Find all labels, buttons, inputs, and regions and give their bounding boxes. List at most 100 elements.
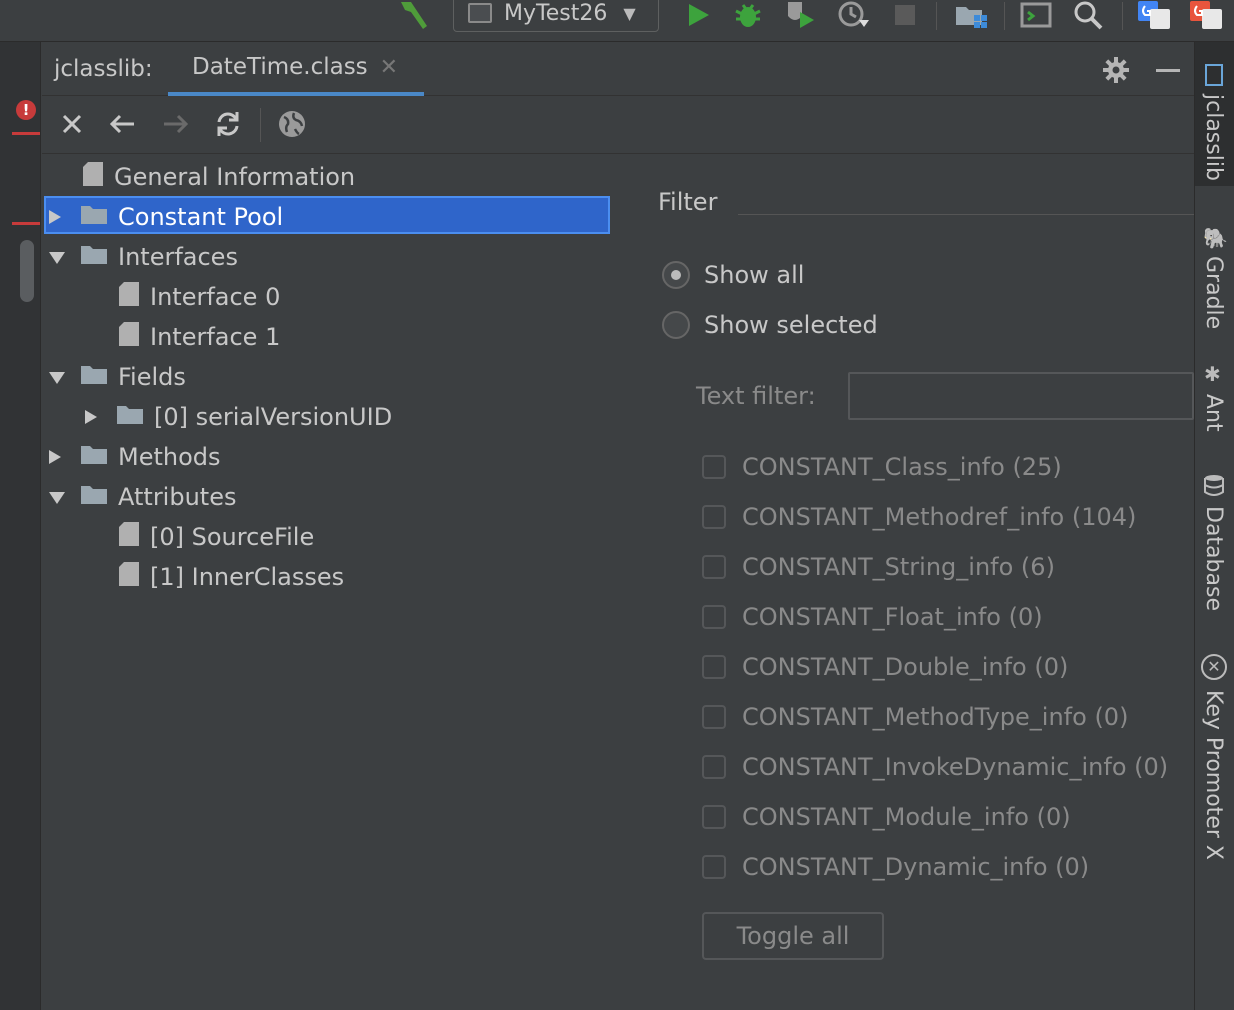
tree-node-general-information[interactable]: General Information [82, 157, 355, 197]
radio-button[interactable] [662, 311, 690, 339]
text-filter-label: Text filter: [696, 382, 816, 410]
close-icon[interactable]: ✕ [380, 55, 398, 80]
tool-database[interactable]: Database [1201, 506, 1226, 611]
toggle-all-button[interactable]: Toggle all [702, 912, 884, 960]
expand-arrow-icon[interactable] [48, 203, 70, 231]
expand-arrow-icon[interactable] [48, 443, 70, 471]
right-tool-window-strip: jclasslib 🐘 Gradle ✱ Ant Database ✕ Key … [1194, 42, 1234, 1010]
tree-node-attributes[interactable]: Attributes [48, 477, 236, 517]
checkbox[interactable] [702, 705, 726, 729]
debug-bug-icon[interactable] [730, 0, 766, 30]
checkbox-constant-class-info[interactable]: CONSTANT_Class_info (25) [702, 447, 1062, 487]
gear-icon[interactable] [1100, 54, 1132, 86]
tree-node-interface-1[interactable]: Interface 1 [118, 317, 280, 357]
tree-node-interface-0[interactable]: Interface 0 [118, 277, 280, 317]
arrow-left-icon[interactable] [104, 106, 140, 142]
globe-icon[interactable] [274, 106, 310, 142]
collapse-arrow-icon[interactable] [48, 243, 70, 271]
refresh-icon[interactable] [210, 106, 246, 142]
checkbox-constant-module-info[interactable]: CONSTANT_Module_info (0) [702, 797, 1071, 837]
checkbox[interactable] [702, 605, 726, 629]
folder-icon [80, 243, 108, 271]
profiler-icon[interactable] [834, 0, 874, 30]
tree-node-label: Interface 1 [150, 323, 281, 351]
chevron-down-icon: ▼ [623, 3, 636, 23]
run-icon[interactable] [680, 0, 716, 30]
tree-node-label: Attributes [118, 483, 237, 511]
checkbox-constant-float-info[interactable]: CONSTANT_Float_info (0) [702, 597, 1043, 637]
collapse-arrow-icon[interactable] [48, 483, 70, 511]
folder-icon [80, 363, 108, 391]
checkbox-constant-double-info[interactable]: CONSTANT_Double_info (0) [702, 647, 1068, 687]
elephant-icon: 🐘 [1203, 226, 1228, 250]
radio-label: Show all [704, 261, 805, 289]
checkbox-constant-methodref-info[interactable]: CONSTANT_Methodref_info (104) [702, 497, 1136, 537]
tool-jclasslib[interactable]: jclasslib [1201, 94, 1226, 181]
expand-arrow-icon[interactable] [84, 403, 106, 431]
toolbar-separator [1004, 2, 1005, 30]
checkbox-label: CONSTANT_Class_info (25) [742, 453, 1062, 481]
checkbox-label: CONSTANT_Module_info (0) [742, 803, 1071, 831]
tool-window-header: jclasslib: DateTime.class ✕ [42, 42, 1194, 96]
scrollbar-thumb[interactable] [20, 240, 34, 302]
checkbox-label: CONSTANT_Double_info (0) [742, 653, 1069, 681]
checkbox-constant-string-info[interactable]: CONSTANT_String_info (6) [702, 547, 1055, 587]
checkbox[interactable] [702, 655, 726, 679]
toolbar-separator [936, 2, 937, 30]
checkbox[interactable] [702, 455, 726, 479]
checkbox-constant-invokedynamic-info[interactable]: CONSTANT_InvokeDynamic_info (0) [702, 747, 1168, 787]
search-icon[interactable] [1070, 0, 1106, 30]
radio-button[interactable] [662, 261, 690, 289]
tree-node-label: [0] serialVersionUID [154, 403, 393, 431]
checkbox-constant-methodtype-info[interactable]: CONSTANT_MethodType_info (0) [702, 697, 1128, 737]
tree-node-serial-version-uid[interactable]: [0] serialVersionUID [84, 397, 392, 437]
tool-key-promoter-x[interactable]: Key Promoter X [1201, 690, 1226, 860]
collapse-arrow-icon[interactable] [48, 363, 70, 391]
tree-node-label: Constant Pool [118, 203, 284, 231]
tree-node-interfaces[interactable]: Interfaces [48, 237, 238, 277]
error-stripe [12, 222, 40, 225]
tool-gradle[interactable]: Gradle [1201, 256, 1226, 329]
terminal-icon[interactable] [1018, 0, 1054, 30]
radio-show-selected[interactable]: Show selected [662, 305, 878, 345]
tree-node-constant-pool[interactable]: Constant Pool [48, 197, 283, 237]
checkbox[interactable] [702, 505, 726, 529]
tab-datetime-class[interactable]: DateTime.class ✕ [168, 42, 424, 96]
radio-show-all[interactable]: Show all [662, 255, 804, 295]
folder-icon [116, 403, 144, 431]
google-translate-icon[interactable] [1136, 0, 1172, 30]
file-icon [118, 281, 140, 313]
tool-window-title: jclasslib: [54, 56, 153, 82]
error-indicator-icon[interactable]: ! [16, 100, 36, 120]
filter-separator [738, 214, 1194, 215]
tree-node-fields[interactable]: Fields [48, 357, 186, 397]
tree-node-methods[interactable]: Methods [48, 437, 221, 477]
checkbox-label: CONSTANT_String_info (6) [742, 553, 1055, 581]
checkbox[interactable] [702, 855, 726, 879]
tree-node-source-file[interactable]: [0] SourceFile [118, 517, 314, 557]
text-filter-input[interactable] [848, 372, 1194, 420]
checkbox-constant-dynamic-info[interactable]: CONSTANT_Dynamic_info (0) [702, 847, 1089, 887]
folder-icon [80, 203, 108, 231]
run-with-coverage-icon[interactable] [782, 0, 818, 30]
stop-icon[interactable] [890, 0, 920, 30]
tree-node-label: Fields [118, 363, 186, 391]
toolbar-separator [1122, 2, 1123, 30]
project-structure-icon[interactable] [952, 0, 990, 30]
minimize-icon[interactable] [1152, 54, 1184, 86]
checkbox[interactable] [702, 555, 726, 579]
error-stripe [12, 132, 40, 135]
toolbar-separator [260, 108, 261, 142]
tree-node-inner-classes[interactable]: [1] InnerClasses [118, 557, 344, 597]
arrow-right-icon[interactable] [158, 106, 194, 142]
jclasslib-icon [1205, 64, 1223, 86]
translate-plugin-icon[interactable] [1188, 0, 1224, 30]
checkbox[interactable] [702, 755, 726, 779]
run-configuration-select[interactable]: MyTest26 ▼ [453, 0, 659, 32]
checkbox[interactable] [702, 805, 726, 829]
close-icon[interactable] [54, 106, 90, 142]
folder-icon [80, 483, 108, 511]
tool-ant[interactable]: Ant [1201, 394, 1226, 432]
build-hammer-icon[interactable] [394, 0, 434, 30]
database-icon [1203, 474, 1225, 496]
